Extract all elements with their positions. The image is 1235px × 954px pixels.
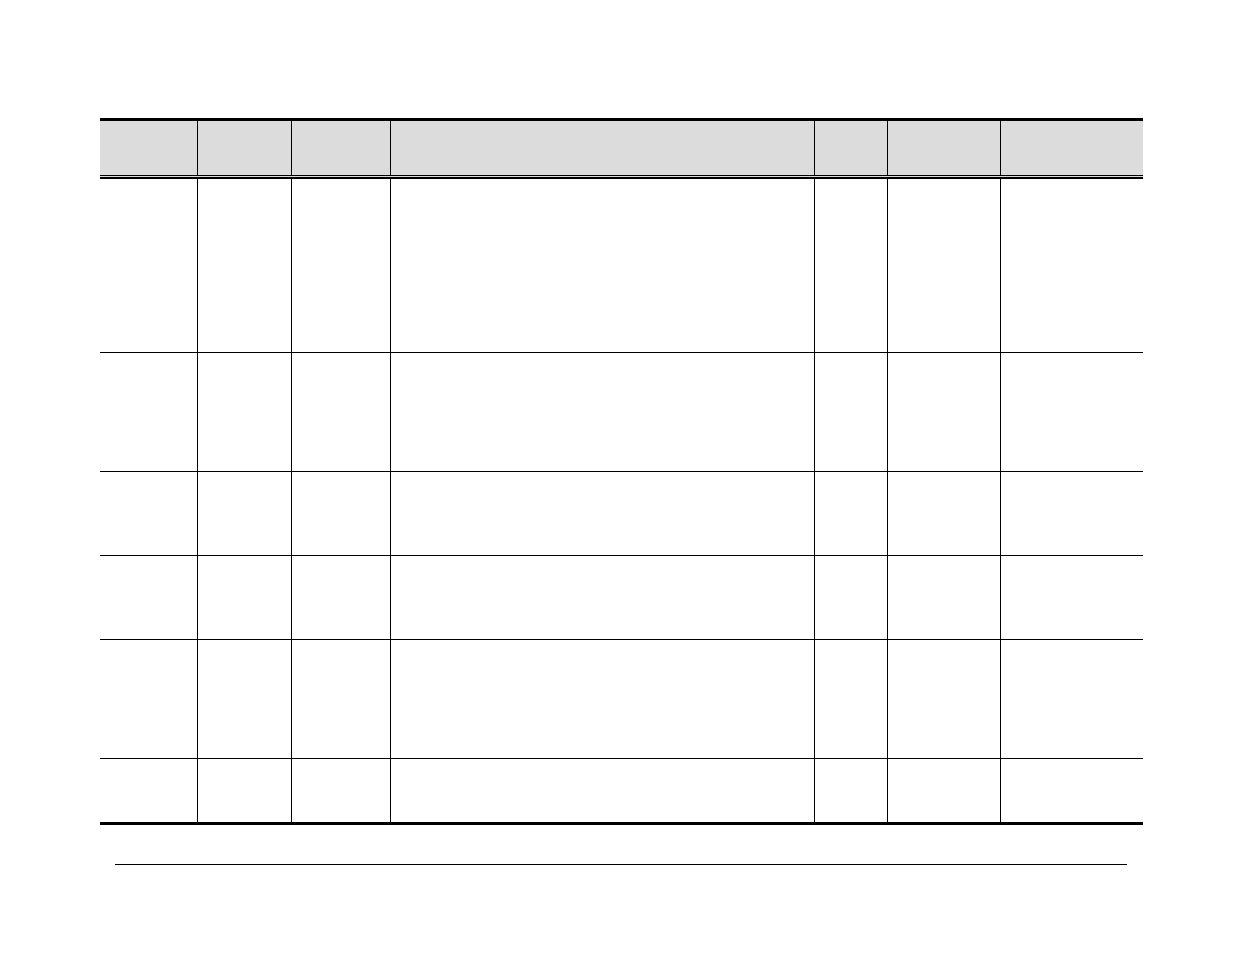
cell <box>391 472 815 556</box>
cell <box>100 179 197 353</box>
cell <box>291 472 390 556</box>
cell <box>100 472 197 556</box>
cell <box>291 759 390 823</box>
cell <box>391 640 815 759</box>
cell <box>1001 640 1143 759</box>
table-row <box>100 759 1143 823</box>
col-header-0 <box>100 121 197 177</box>
cell <box>814 472 887 556</box>
col-header-2 <box>291 121 390 177</box>
cell <box>197 353 291 472</box>
col-header-1 <box>197 121 291 177</box>
cell <box>100 640 197 759</box>
table-header-row <box>100 121 1143 177</box>
col-header-6 <box>1001 121 1143 177</box>
cell <box>197 472 291 556</box>
cell <box>814 353 887 472</box>
cell <box>888 759 1001 823</box>
table-row <box>100 353 1143 472</box>
cell <box>100 353 197 472</box>
cell <box>291 556 390 640</box>
table-row <box>100 472 1143 556</box>
cell <box>100 556 197 640</box>
cell <box>1001 353 1143 472</box>
cell <box>291 179 390 353</box>
cell <box>1001 472 1143 556</box>
cell <box>391 759 815 823</box>
footer-rule <box>115 864 1127 865</box>
cell <box>197 179 291 353</box>
cell <box>1001 179 1143 353</box>
cell <box>197 556 291 640</box>
cell <box>197 759 291 823</box>
cell <box>888 353 1001 472</box>
table-row <box>100 640 1143 759</box>
data-table <box>100 121 1143 822</box>
cell <box>197 640 291 759</box>
col-header-3 <box>391 121 815 177</box>
cell <box>888 472 1001 556</box>
table-container <box>100 118 1143 825</box>
cell <box>888 179 1001 353</box>
cell <box>814 179 887 353</box>
cell <box>291 640 390 759</box>
cell <box>100 759 197 823</box>
col-header-5 <box>888 121 1001 177</box>
col-header-4 <box>814 121 887 177</box>
cell <box>888 556 1001 640</box>
table-row <box>100 179 1143 353</box>
cell <box>1001 759 1143 823</box>
cell <box>391 179 815 353</box>
cell <box>888 640 1001 759</box>
cell <box>814 556 887 640</box>
cell <box>391 353 815 472</box>
table-row <box>100 556 1143 640</box>
cell <box>814 640 887 759</box>
cell <box>814 759 887 823</box>
cell <box>1001 556 1143 640</box>
cell <box>291 353 390 472</box>
cell <box>391 556 815 640</box>
